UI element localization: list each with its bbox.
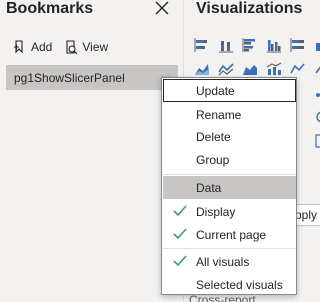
bookmarks-toolbar: Add View: [13, 38, 108, 56]
bookmark-item-label: pg1ShowSlicerPanel: [14, 70, 125, 85]
stacked-bar-chart-icon[interactable]: [194, 37, 210, 53]
menu-item-update[interactable]: Update: [163, 79, 296, 102]
bookmark-item[interactable]: pg1ShowSlicerPanel ...: [6, 65, 178, 90]
menu-item-rename[interactable]: Rename: [163, 103, 296, 126]
menu-item-current-page[interactable]: Current page: [163, 223, 296, 246]
menu-item-selected-visuals[interactable]: Selected visuals: [163, 273, 296, 296]
stacked-area-chart-icon[interactable]: [242, 61, 258, 77]
view-icon: [66, 40, 78, 55]
stacked-column-chart-icon[interactable]: [218, 37, 234, 53]
clustered-column-chart-icon[interactable]: [266, 37, 282, 53]
area-chart-icon[interactable]: [194, 61, 210, 77]
line-chart-icon[interactable]: [218, 61, 234, 77]
menu-separator: [163, 174, 296, 175]
checkmark-icon: [173, 205, 187, 217]
menu-item-data[interactable]: Data: [163, 176, 296, 199]
gauge-chart-icon[interactable]: [314, 133, 320, 149]
menu-item-label: Group: [196, 152, 230, 167]
checkmark-icon: [173, 228, 187, 240]
menu-item-label: All visuals: [196, 254, 250, 269]
checkmark-icon: [173, 255, 187, 267]
bookmark-context-menu: Update Rename Delete Group Data Display …: [161, 77, 297, 295]
menu-item-display[interactable]: Display: [163, 200, 296, 223]
menu-item-label: Update: [196, 83, 235, 98]
add-bookmark-button[interactable]: Add: [13, 39, 52, 55]
menu-item-label: Rename: [196, 107, 242, 122]
clustered-bar-chart-icon[interactable]: [242, 37, 258, 53]
scatter-chart-icon[interactable]: [314, 85, 320, 101]
menu-item-all-visuals[interactable]: All visuals: [163, 250, 296, 273]
add-bookmark-icon: [14, 40, 23, 54]
menu-item-label: Data: [196, 180, 222, 195]
menu-separator: [163, 248, 296, 249]
view-bookmarks-button[interactable]: View: [64, 39, 108, 55]
menu-item-label: Display: [196, 204, 236, 219]
menu-item-label: Delete: [196, 129, 231, 144]
bookmarks-title: Bookmarks: [6, 0, 94, 17]
waterfall-chart-icon[interactable]: [314, 61, 320, 77]
menu-item-delete[interactable]: Delete: [163, 125, 296, 148]
menu-item-label: Selected visuals: [196, 277, 283, 292]
ribbon-chart-icon[interactable]: [290, 61, 306, 77]
bookmarks-pane: Bookmarks Add View pg1ShowSlicerPanel ..…: [0, 0, 184, 302]
visualizations-title: Visualizations: [196, 0, 303, 17]
100-stacked-column-chart-icon[interactable]: [314, 37, 320, 53]
menu-item-label: Current page: [196, 227, 267, 242]
add-bookmark-label: Add: [31, 40, 53, 54]
menu-item-group[interactable]: Group: [163, 148, 296, 171]
view-bookmarks-label: View: [82, 40, 109, 54]
map-icon[interactable]: [314, 109, 320, 125]
line-and-column-chart-icon[interactable]: [266, 61, 282, 77]
close-icon[interactable]: [154, 0, 170, 16]
100-stacked-bar-chart-icon[interactable]: [290, 37, 306, 53]
